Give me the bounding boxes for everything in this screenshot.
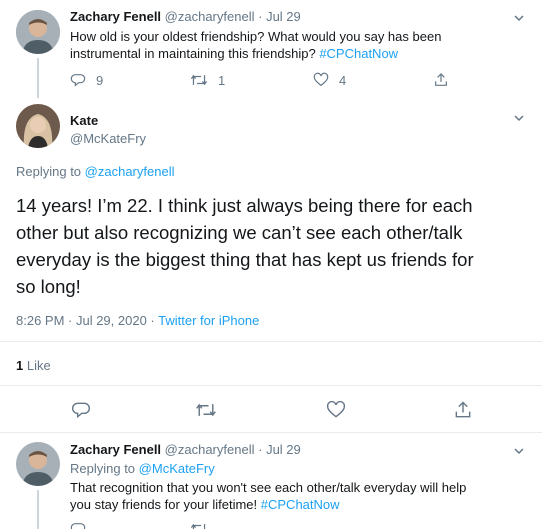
tweet-header: Zachary Fenell @zacharyfenell · Jul 29 — [70, 442, 301, 457]
reply-count: 9 — [96, 72, 104, 88]
tweet-text-line: How old is your oldest friendship? What … — [70, 29, 442, 44]
retweet-icon[interactable] — [190, 521, 208, 529]
like-icon[interactable] — [326, 400, 346, 420]
separator: · — [258, 9, 263, 24]
replying-to-link[interactable]: @zacharyfenell — [85, 164, 175, 179]
retweet-icon[interactable] — [195, 400, 217, 420]
thread-line — [37, 58, 39, 98]
retweet-icon — [190, 74, 208, 86]
replying-to: Replying to @zacharyfenell — [16, 164, 174, 179]
author-name[interactable]: Kate — [70, 112, 146, 130]
author-handle[interactable]: @McKateFry — [70, 130, 146, 148]
likes-count: 1 — [16, 358, 24, 373]
replying-prefix: Replying to — [70, 461, 136, 476]
tweet-text-line: so long! — [16, 276, 81, 297]
retweet-count: 1 — [218, 72, 226, 88]
tweet-text-line: That recognition that you won't see each… — [70, 480, 467, 495]
tweet-timestamp[interactable]: 8:26 PM · Jul 29, 2020 · — [16, 313, 155, 328]
chevron-down-icon[interactable] — [511, 443, 527, 459]
reply-icon — [70, 74, 86, 87]
reply-action[interactable]: 9 — [70, 72, 103, 88]
tweet-text-line: everyday is the biggest thing that has k… — [16, 249, 474, 270]
thread-line — [37, 490, 39, 529]
chevron-down-icon[interactable] — [511, 10, 527, 26]
tweet-text-line: other but also recognizing we can’t see … — [16, 222, 463, 243]
hashtag-link[interactable]: #CPChatNow — [319, 46, 398, 61]
tweet-date[interactable]: Jul 29 — [266, 9, 301, 24]
replying-to-link[interactable]: @McKateFry — [139, 461, 215, 476]
tweet-meta: 8:26 PM · Jul 29, 2020 · Twitter for iPh… — [16, 313, 259, 328]
like-count: 4 — [339, 72, 347, 88]
tweet-source-link[interactable]: Twitter for iPhone — [158, 313, 259, 328]
likes-label: Like — [26, 358, 51, 373]
author-name[interactable]: Zachary Fenell — [70, 9, 161, 24]
like-action[interactable]: 4 — [313, 72, 346, 88]
author-handle[interactable]: @zacharyfenell — [165, 442, 255, 457]
divider — [0, 341, 542, 342]
likes-summary[interactable]: 1 Like — [16, 358, 51, 373]
author-name[interactable]: Zachary Fenell — [70, 442, 161, 457]
share-icon[interactable] — [433, 72, 449, 88]
separator: · — [258, 442, 263, 457]
share-icon[interactable] — [453, 400, 473, 420]
tweet-header: Zachary Fenell @zacharyfenell · Jul 29 — [70, 9, 301, 24]
avatar-zachary[interactable] — [16, 442, 60, 486]
divider — [0, 385, 542, 386]
chevron-down-icon[interactable] — [511, 110, 527, 126]
tweet-text: 14 years! I’m 22. I think just always be… — [16, 192, 474, 300]
reply-icon[interactable] — [70, 521, 86, 529]
tweet-text-line: you stay friends for your lifetime! — [70, 497, 258, 512]
reply-icon[interactable] — [71, 400, 91, 420]
replying-to: Replying to @McKateFry — [70, 461, 215, 476]
tweet-text: That recognition that you won't see each… — [70, 479, 466, 513]
like-icon — [313, 72, 329, 87]
avatar-kate[interactable] — [16, 104, 60, 148]
avatar-zachary[interactable] — [16, 10, 60, 54]
author-handle[interactable]: @zacharyfenell — [165, 9, 255, 24]
author-block[interactable]: Kate @McKateFry — [70, 112, 146, 148]
retweet-action[interactable]: 1 — [190, 72, 225, 88]
tweet-text-line: instrumental in maintaining this friends… — [70, 46, 316, 61]
tweet-text: How old is your oldest friendship? What … — [70, 28, 441, 62]
tweet-date[interactable]: Jul 29 — [266, 442, 301, 457]
tweet-text-line: 14 years! I’m 22. I think just always be… — [16, 195, 473, 216]
hashtag-link[interactable]: #CPChatNow — [261, 497, 340, 512]
replying-prefix: Replying to — [16, 164, 82, 179]
divider — [0, 432, 542, 433]
